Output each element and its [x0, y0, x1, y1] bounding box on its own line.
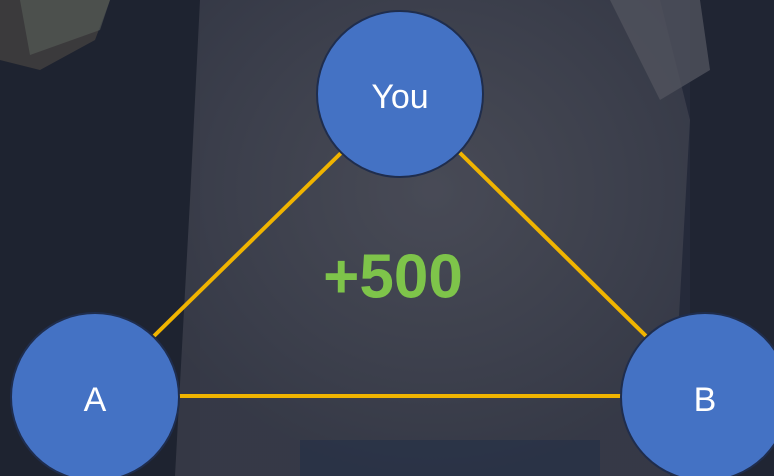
diagram-stage: You A B +500: [0, 0, 774, 476]
edge-you-a: [152, 150, 344, 338]
node-a[interactable]: A: [10, 312, 180, 476]
center-value: +500: [323, 243, 463, 312]
triangle-diagram: You A B +500: [10, 10, 774, 476]
node-you[interactable]: You: [316, 10, 484, 178]
node-b-label: B: [694, 381, 717, 419]
node-a-label: A: [84, 381, 107, 419]
node-b[interactable]: B: [620, 312, 774, 476]
edge-you-b: [457, 150, 648, 338]
node-you-label: You: [371, 78, 428, 116]
